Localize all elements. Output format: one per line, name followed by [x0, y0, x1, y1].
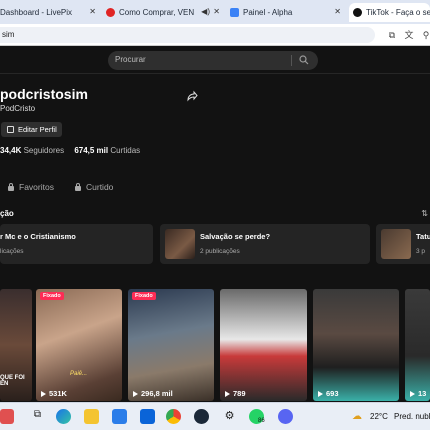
- close-icon[interactable]: ✕: [334, 7, 341, 16]
- speaker-icon[interactable]: ◀): [201, 7, 210, 16]
- video-thumbnail[interactable]: 693: [313, 289, 399, 401]
- windows-taskbar: ⧉ ⚙ 86 ☁ 22°C Pred. nubla: [0, 402, 430, 430]
- chrome-icon[interactable]: [166, 409, 181, 424]
- lock-icon: [8, 182, 14, 191]
- divider: [291, 55, 292, 66]
- url-field[interactable]: sim: [0, 27, 375, 43]
- tiktok-icon: [353, 8, 362, 17]
- discord-icon[interactable]: [278, 409, 293, 424]
- profile-nickname: PodCristo: [0, 104, 36, 113]
- pinned-badge: Fixado: [40, 292, 64, 300]
- file-explorer-icon[interactable]: [84, 409, 99, 424]
- search-bar[interactable]: Procurar: [108, 51, 318, 70]
- browser-tab-bar: Dashboard - LivePix ✕ Como Comprar, VEN …: [0, 0, 430, 24]
- whatsapp-badge: 86: [258, 418, 265, 424]
- playlists-section-title: ção: [0, 209, 14, 218]
- views-count: 693: [326, 389, 339, 398]
- video-thumbnail[interactable]: QUE FOI EN: [0, 289, 32, 401]
- screen: Dashboard - LivePix ✕ Como Comprar, VEN …: [0, 0, 430, 430]
- video-overlay-text: QUE FOI EN: [0, 375, 25, 387]
- video-overlay-text: Paiê...: [70, 371, 88, 377]
- video-views: 13: [410, 389, 426, 398]
- views-count: 789: [233, 389, 246, 398]
- profile-stats: 34,4K Seguidores 674,5 mil Curtidas: [0, 146, 148, 155]
- translate-icon[interactable]: 文: [403, 29, 415, 41]
- playlist-title: Tatu: [416, 232, 430, 241]
- video-views: 693: [318, 389, 339, 398]
- edit-icon: [7, 126, 14, 133]
- profile-username: podcristosim: [0, 86, 88, 102]
- app-icon[interactable]: [0, 409, 14, 424]
- edit-profile-button[interactable]: Editar Perfil: [1, 122, 62, 137]
- sort-icon[interactable]: ⇅: [421, 209, 428, 218]
- playlist-count: licações: [0, 248, 24, 255]
- video-thumbnail[interactable]: Fixado 296,8 mil: [128, 289, 214, 401]
- likes-count: 674,5 mil: [74, 146, 109, 155]
- views-count: 296,8 mil: [141, 389, 173, 398]
- browser-tab-painel-alpha[interactable]: Painel - Alpha ✕: [230, 3, 345, 22]
- tab-liked[interactable]: Curtido: [75, 182, 113, 192]
- mail-icon[interactable]: [140, 409, 155, 424]
- video-views: 296,8 mil: [133, 389, 173, 398]
- browser-tab-tiktok[interactable]: TikTok - Faça o seu d: [349, 3, 430, 22]
- settings-icon[interactable]: ⚙: [222, 409, 237, 424]
- playlist-count: 2 publicações: [200, 248, 240, 255]
- pinned-badge: Fixado: [132, 292, 156, 300]
- tiktok-profile-page: Procurar podcristosim PodCristo Editar P…: [0, 46, 430, 402]
- play-icon: [225, 390, 230, 397]
- search-input[interactable]: Procurar: [115, 55, 146, 64]
- close-icon[interactable]: ✕: [213, 7, 220, 16]
- tab-title: Como Comprar, VEN: [119, 8, 195, 17]
- tab-label: Curtido: [86, 182, 114, 192]
- lock-icon: [75, 182, 81, 191]
- playlist-card[interactable]: Tatu 3 p: [376, 224, 430, 264]
- video-thumbnail[interactable]: 789: [220, 289, 307, 401]
- tiktok-top-bar: Procurar: [0, 46, 430, 74]
- tab-favorites[interactable]: Favoritos: [8, 182, 54, 192]
- share-icon[interactable]: [186, 90, 198, 102]
- weather-description[interactable]: Pred. nubla: [394, 412, 430, 421]
- video-views: 789: [225, 389, 246, 398]
- play-icon: [318, 390, 323, 397]
- tab-title: Painel - Alpha: [243, 8, 293, 17]
- video-thumbnail[interactable]: Fixado Paiê... 531K: [36, 289, 122, 401]
- playlist-count: 3 p: [416, 248, 426, 255]
- browser-tab-livepix[interactable]: Dashboard - LivePix ✕: [0, 3, 100, 22]
- tab-title: TikTok - Faça o seu d: [366, 8, 430, 17]
- playlist-card[interactable]: r Mc e o Cristianismo licações: [0, 224, 153, 264]
- playlist-thumbnail: [381, 229, 411, 259]
- playlist-title: Salvação se perde?: [200, 232, 271, 241]
- close-icon[interactable]: ✕: [89, 7, 96, 16]
- video-views: 531K: [41, 389, 67, 398]
- steam-icon[interactable]: [194, 409, 209, 424]
- alpha-icon: [230, 8, 239, 17]
- play-icon: [41, 390, 46, 397]
- browser-tab-como-comprar[interactable]: Como Comprar, VEN ◀) ✕: [106, 3, 224, 22]
- followers-label: Seguidores: [23, 146, 65, 155]
- video-thumbnail[interactable]: 13: [405, 289, 430, 401]
- edge-icon[interactable]: [56, 409, 71, 424]
- tab-label: Favoritos: [19, 182, 54, 192]
- views-count: 13: [418, 389, 427, 398]
- youtube-icon: [106, 8, 115, 17]
- weather-temperature[interactable]: 22°C: [370, 412, 388, 421]
- search-icon[interactable]: ⚲: [420, 29, 430, 41]
- playlist-thumbnail: [165, 229, 195, 259]
- likes-label: Curtidas: [110, 146, 141, 155]
- weather-icon[interactable]: ☁: [352, 411, 362, 422]
- tab-title: Dashboard - LivePix: [0, 8, 73, 17]
- views-count: 531K: [49, 389, 67, 398]
- edit-profile-label: Editar Perfil: [18, 125, 57, 134]
- playlist-title: r Mc e o Cristianismo: [0, 232, 76, 241]
- install-app-icon[interactable]: ⧉: [386, 29, 398, 41]
- task-view-icon[interactable]: ⧉: [30, 409, 45, 424]
- play-icon: [133, 390, 138, 397]
- search-icon[interactable]: [299, 55, 309, 65]
- playlist-card[interactable]: Salvação se perde? 2 publicações: [160, 224, 370, 264]
- store-icon[interactable]: [112, 409, 127, 424]
- browser-address-bar: sim ⧉ 文 ⚲: [0, 24, 430, 46]
- play-icon: [410, 390, 415, 397]
- followers-count: 34,4K: [0, 146, 22, 155]
